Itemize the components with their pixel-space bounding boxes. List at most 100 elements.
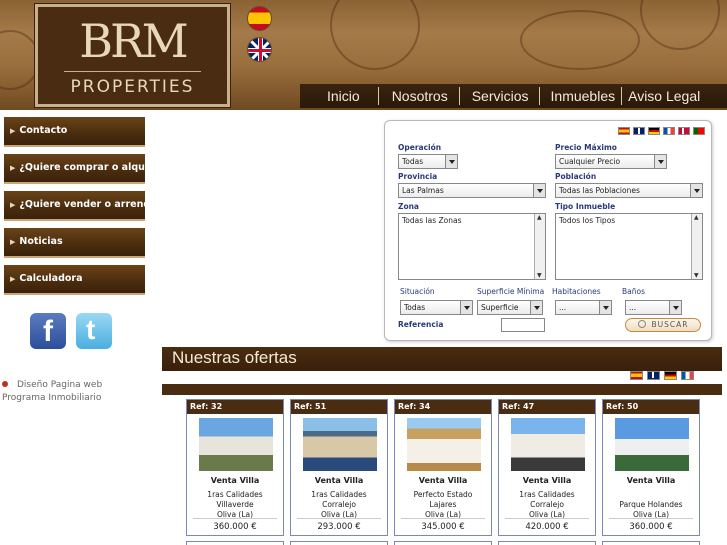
- sidebar-item-contacto[interactable]: ▶ Contacto: [4, 117, 145, 147]
- referencia-label: Referencia: [398, 320, 444, 329]
- zona-listbox[interactable]: Todas las Zonas: [398, 213, 546, 280]
- buscar-button[interactable]: BUSCAR: [625, 318, 701, 332]
- next-row-card-edge: [602, 541, 700, 545]
- main-nav: Inicio Nosotros Servicios Inmuebles Avis…: [300, 84, 727, 108]
- scrollbar[interactable]: [534, 214, 545, 279]
- chevron-down-icon: [460, 301, 472, 314]
- facebook-icon[interactable]: f: [30, 313, 66, 349]
- property-card[interactable]: Ref: 50 Venta Villa Parque Holandes Oliv…: [602, 399, 700, 536]
- situacion-value: Todas: [404, 303, 426, 312]
- buscar-label: BUSCAR: [651, 320, 689, 329]
- superficie-value: Superficie: [481, 303, 519, 312]
- poblacion-label: Población: [555, 172, 597, 181]
- ornament: [640, 0, 720, 50]
- situacion-select[interactable]: Todas: [400, 300, 473, 315]
- chevron-down-icon: [599, 301, 611, 314]
- german-flag-icon[interactable]: [664, 371, 677, 380]
- uk-flag-icon[interactable]: [647, 371, 660, 380]
- superficie-label: Superficie Mínima: [477, 287, 545, 296]
- card-area: Lajares: [429, 500, 457, 509]
- sidebar-item-label: ¿Quiere vender o arrendar?: [19, 199, 167, 210]
- tipo-label: Tipo Inmueble: [555, 202, 616, 211]
- card-type: Venta Villa: [210, 476, 260, 485]
- card-divider: [609, 518, 693, 519]
- card-divider: [193, 518, 277, 519]
- nav-inmuebles[interactable]: Inmuebles: [540, 84, 622, 108]
- credit-diseno-link[interactable]: Diseño Pagina web: [2, 379, 102, 392]
- poblacion-select[interactable]: Todas las Poblaciones: [555, 183, 703, 198]
- offers-list: Ref: 32 Venta Villa 1ras Calidades Villa…: [186, 399, 700, 536]
- language-flags: [618, 127, 705, 135]
- logo-mark: BRM: [79, 14, 189, 68]
- property-card[interactable]: Ref: 51 Venta Villa 1ras Calidades Corra…: [290, 399, 388, 536]
- french-flag-icon[interactable]: [681, 371, 694, 380]
- spanish-flag-icon[interactable]: [630, 371, 643, 380]
- referencia-input[interactable]: [501, 318, 545, 332]
- zona-label: Zona: [398, 202, 419, 211]
- credit-programa-link[interactable]: Programa Inmobiliario: [2, 392, 102, 405]
- banos-select[interactable]: ...: [625, 300, 682, 315]
- nav-aviso-legal[interactable]: Aviso Legal: [622, 84, 704, 108]
- chevron-down-icon: [669, 301, 681, 314]
- card-area: Corralejo: [322, 500, 356, 509]
- sidebar-item-label: ¿Quiere comprar o alquilar?: [19, 162, 169, 173]
- card-divider: [297, 518, 381, 519]
- precio-value: Cualquier Precio: [559, 157, 621, 166]
- precio-select[interactable]: Cualquier Precio: [555, 154, 667, 169]
- uk-flag-icon[interactable]: [247, 37, 272, 62]
- sidebar-item-label: Calculadora: [19, 273, 83, 284]
- superficie-select[interactable]: Superficie: [477, 300, 543, 315]
- chevron-down-icon: [654, 155, 666, 168]
- sidebar-item-noticias[interactable]: ▶ Noticias: [4, 228, 145, 258]
- nav-servicios[interactable]: Servicios: [460, 84, 539, 108]
- card-ref: Ref: 47: [499, 400, 595, 414]
- operacion-select[interactable]: Todas: [398, 154, 458, 169]
- nav-nosotros[interactable]: Nosotros: [379, 84, 459, 108]
- arrow-right-icon: ▶: [10, 238, 16, 246]
- operacion-value: Todas: [402, 157, 424, 166]
- card-price: 360.000 €: [213, 522, 257, 532]
- twitter-icon[interactable]: t: [76, 313, 112, 349]
- next-row-card-edge: [394, 541, 492, 545]
- arrow-right-icon: ▶: [10, 127, 16, 135]
- provincia-select[interactable]: Las Palmas: [398, 183, 546, 198]
- property-card[interactable]: Ref: 34 Venta Villa Perfecto Estado Laja…: [394, 399, 492, 536]
- property-photo[interactable]: [407, 418, 481, 471]
- arrow-right-icon: ▶: [10, 201, 16, 209]
- ornament: [0, 30, 40, 90]
- logo-subtitle: PROPERTIES: [70, 77, 195, 97]
- sidebar-item-comprar[interactable]: ▶ ¿Quiere comprar o alquilar?: [4, 154, 168, 184]
- spanish-flag-icon[interactable]: [618, 127, 630, 135]
- property-card[interactable]: Ref: 32 Venta Villa 1ras Calidades Villa…: [186, 399, 284, 536]
- sidebar-item-vender[interactable]: ▶ ¿Quiere vender o arrendar?: [4, 191, 167, 221]
- card-price: 345.000 €: [421, 522, 465, 532]
- french-flag-icon[interactable]: [663, 127, 675, 135]
- offers-divider: [162, 384, 722, 395]
- property-photo[interactable]: [511, 418, 585, 471]
- property-photo[interactable]: [199, 418, 273, 471]
- chevron-down-icon: [533, 184, 545, 197]
- card-quality: 1ras Calidades: [207, 490, 263, 499]
- portuguese-flag-icon[interactable]: [693, 127, 705, 135]
- german-flag-icon[interactable]: [648, 127, 660, 135]
- poblacion-value: Todas las Poblaciones: [559, 186, 640, 195]
- bullet-icon: [2, 381, 8, 387]
- search-icon: [637, 320, 646, 328]
- sidebar-item-calculadora[interactable]: ▶ Calculadora: [4, 265, 145, 295]
- card-divider: [401, 518, 485, 519]
- nav-inicio[interactable]: Inicio: [300, 84, 378, 108]
- uk-flag-icon[interactable]: [633, 127, 645, 135]
- card-type: Venta Villa: [626, 476, 676, 485]
- chevron-down-icon: [530, 301, 542, 314]
- brm-logo[interactable]: BRM PROPERTIES: [35, 4, 230, 107]
- tipo-listbox[interactable]: Todos los Tipos: [555, 213, 703, 280]
- property-card[interactable]: Ref: 47 Venta Villa 1ras Calidades Corra…: [498, 399, 596, 536]
- credit-links: Diseño Pagina web Programa Inmobiliario: [2, 379, 102, 405]
- scrollbar[interactable]: [691, 214, 702, 279]
- property-photo[interactable]: [303, 418, 377, 471]
- spanish-flag-icon[interactable]: [247, 6, 272, 31]
- card-ref: Ref: 34: [395, 400, 491, 414]
- property-photo[interactable]: [615, 418, 689, 471]
- danish-flag-icon[interactable]: [678, 127, 690, 135]
- habitaciones-select[interactable]: ...: [555, 300, 612, 315]
